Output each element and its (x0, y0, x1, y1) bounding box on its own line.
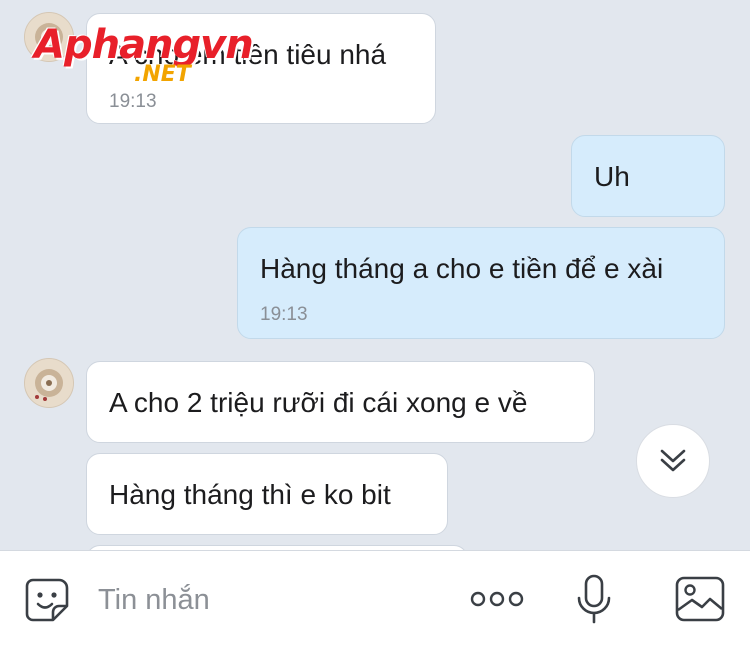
outgoing-message-bubble[interactable]: Hàng tháng a cho e tiền để e xài 19:13 (237, 227, 725, 339)
message-text: Hàng tháng thì e ko bit (109, 479, 391, 510)
more-options-button[interactable] (468, 581, 526, 617)
message-text: Hàng tháng a cho e tiền để e xài (260, 253, 664, 284)
contact-avatar[interactable] (24, 358, 74, 408)
more-options-icon (470, 591, 524, 607)
watermark-logo: Aphangvn .NET (34, 22, 254, 87)
chat-message-list[interactable]: A cho em tiền tiêu nhá 19:13 Aphangvn .N… (0, 0, 750, 550)
message-text: A cho 2 triệu rưỡi đi cái xong e về (109, 387, 528, 418)
watermark-sub-text: .NET (134, 62, 191, 87)
scroll-down-chevron-icon (660, 449, 686, 472)
emoji-sticker-button[interactable] (22, 575, 72, 625)
image-gallery-icon (675, 576, 725, 622)
incoming-message-bubble[interactable]: Hàng tháng thì e ko bit (86, 453, 448, 535)
avatar-image (25, 359, 73, 407)
sticker-emoji-icon (25, 578, 69, 622)
message-composer-bar (0, 550, 750, 647)
message-text: Uh (594, 161, 630, 192)
message-input[interactable] (96, 579, 440, 621)
incoming-message-bubble[interactable]: A cho 2 triệu rưỡi đi cái xong e về (86, 361, 595, 443)
microphone-icon (577, 574, 611, 624)
image-gallery-button[interactable] (674, 575, 726, 623)
scroll-to-bottom-button[interactable] (636, 424, 710, 498)
message-timestamp: 19:13 (260, 304, 308, 325)
outgoing-message-bubble[interactable]: Uh (571, 135, 725, 217)
voice-record-button[interactable] (574, 573, 614, 627)
message-timestamp: 19:13 (109, 91, 157, 112)
